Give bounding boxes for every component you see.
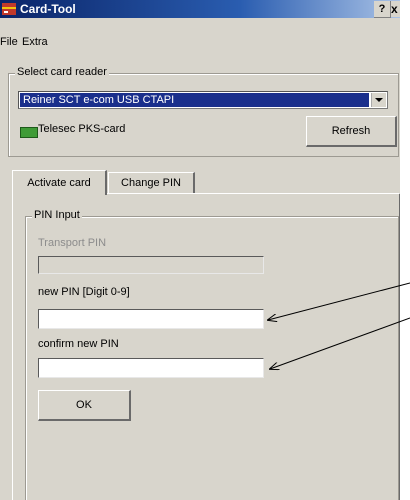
title-bar[interactable]: Card-Tool ? x: [0, 0, 400, 18]
window-title: Card-Tool: [20, 2, 76, 16]
menu-extra[interactable]: Extra: [22, 36, 48, 48]
card-reader-group-legend: Select card reader: [15, 66, 109, 78]
close-button[interactable]: x: [391, 1, 400, 17]
card-reader-selected-value: Reiner SCT e-com USB CTAPI: [20, 93, 369, 107]
refresh-button[interactable]: Refresh: [306, 116, 397, 147]
card-type-label: Telesec PKS-card: [38, 123, 126, 135]
confirm-pin-label: confirm new PIN: [38, 338, 119, 350]
ok-button[interactable]: OK: [38, 390, 131, 421]
transport-pin-label: Transport PIN: [38, 237, 107, 249]
chevron-down-icon[interactable]: [371, 93, 386, 107]
menu-file[interactable]: File: [0, 36, 18, 48]
pin-input-group-legend: PIN Input: [32, 209, 82, 221]
card-reader-select[interactable]: Reiner SCT e-com USB CTAPI: [18, 91, 388, 109]
new-pin-input[interactable]: [38, 309, 264, 329]
transport-pin-input[interactable]: [38, 256, 264, 274]
confirm-pin-input[interactable]: [38, 358, 264, 378]
card-app-icon: [2, 3, 16, 15]
new-pin-label: new PIN [Digit 0-9]: [38, 286, 130, 298]
card-tool-window: Card-Tool ? x File Extra Select card rea…: [0, 0, 400, 500]
help-button[interactable]: ?: [374, 1, 391, 18]
tab-change-pin[interactable]: Change PIN: [108, 172, 195, 194]
tab-activate-card[interactable]: Activate card: [12, 170, 107, 195]
chip-card-icon: [20, 127, 38, 138]
